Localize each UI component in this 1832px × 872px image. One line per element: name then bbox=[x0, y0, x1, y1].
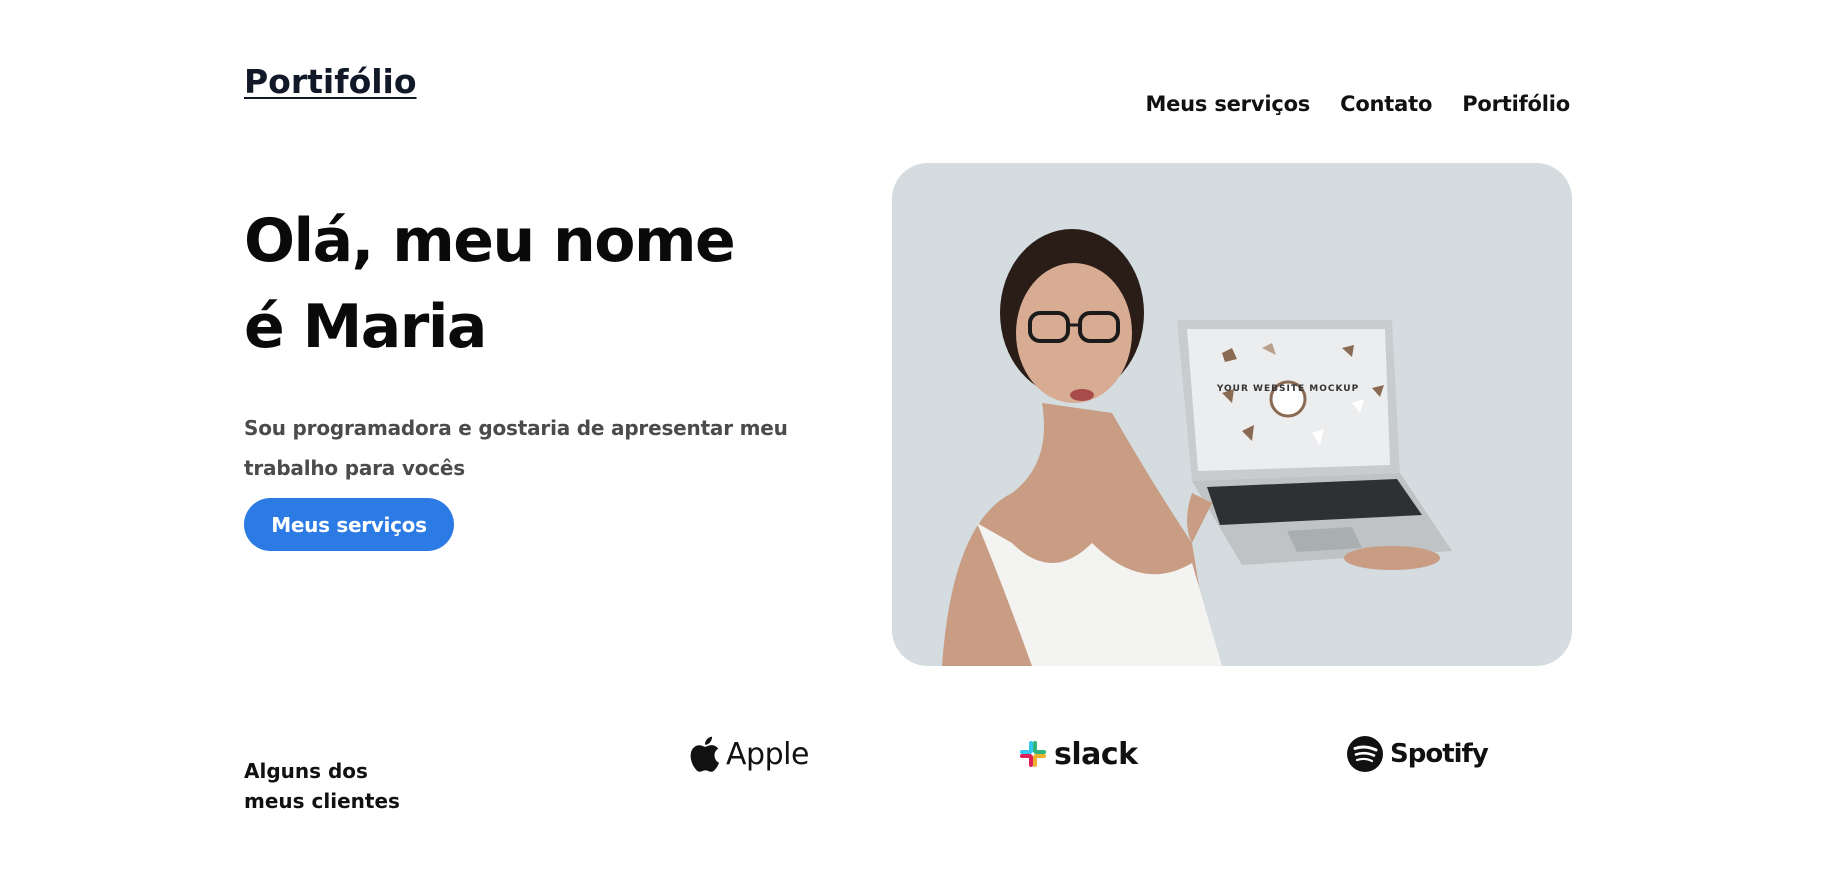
client-logo-apple: Apple bbox=[688, 730, 809, 778]
nav-link-contact[interactable]: Contato bbox=[1340, 92, 1432, 116]
client-name-apple: Apple bbox=[726, 736, 809, 772]
hero-title: Olá, meu nome é Maria bbox=[244, 198, 736, 370]
hero-title-line-2: é Maria bbox=[244, 292, 487, 362]
client-logo-spotify: Spotify bbox=[1346, 730, 1489, 778]
slack-logo-icon bbox=[1020, 741, 1046, 767]
mockup-caption: YOUR WEBSITE MOCKUP bbox=[1216, 384, 1359, 394]
client-logo-slack: slack bbox=[1018, 730, 1138, 778]
nav-link-services[interactable]: Meus serviços bbox=[1145, 92, 1310, 116]
clients-title-line-1: Alguns dos bbox=[244, 759, 368, 783]
page: Portifólio Meus serviços Contato Portifó… bbox=[0, 0, 1832, 872]
hero-photo-illustration: YOUR WEBSITE MOCKUP bbox=[892, 163, 1572, 666]
main-nav: Meus serviços Contato Portifólio bbox=[1145, 92, 1570, 116]
client-name-spotify: Spotify bbox=[1390, 739, 1489, 769]
hero-subtitle: Sou programadora e gostaria de apresenta… bbox=[244, 416, 788, 480]
clients-title-line-2: meus clientes bbox=[244, 789, 400, 813]
apple-logo-icon bbox=[690, 736, 719, 772]
spotify-logo-icon bbox=[1347, 736, 1383, 772]
hero-title-line-1: Olá, meu nome bbox=[244, 206, 736, 276]
clients-title: Alguns dos meus clientes bbox=[244, 756, 400, 816]
logo-link[interactable]: Portifólio bbox=[244, 62, 417, 101]
client-name-slack: slack bbox=[1054, 736, 1138, 772]
services-button[interactable]: Meus serviços bbox=[244, 498, 454, 551]
nav-link-portfolio[interactable]: Portifólio bbox=[1462, 92, 1570, 116]
hero-photo: YOUR WEBSITE MOCKUP bbox=[892, 163, 1572, 666]
